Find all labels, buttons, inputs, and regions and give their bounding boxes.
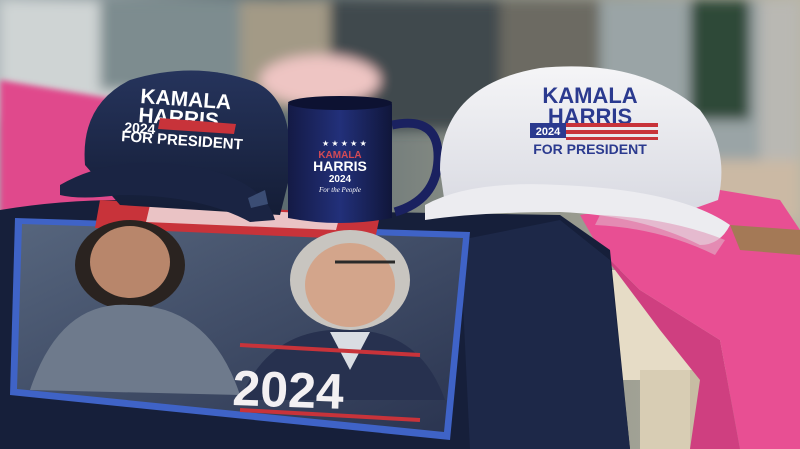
white-cap-line3: 2024 (536, 126, 561, 138)
photo-scene: 2024 KAMALA HARRIS 2024 FOR PRESIDENT ★ … (0, 0, 800, 449)
mug-line2: HARRIS (313, 158, 367, 174)
shirt-year-text: 2024 (232, 360, 345, 420)
person-right-face (305, 243, 395, 327)
scene-svg: 2024 KAMALA HARRIS 2024 FOR PRESIDENT ★ … (0, 0, 800, 449)
white-cap-line4: FOR PRESIDENT (533, 141, 647, 157)
person-left-face (90, 226, 170, 298)
mug-line3: 2024 (329, 174, 352, 185)
mug-stars: ★ ★ ★ ★ ★ (322, 139, 367, 148)
mug-line4: For the People (318, 186, 361, 194)
